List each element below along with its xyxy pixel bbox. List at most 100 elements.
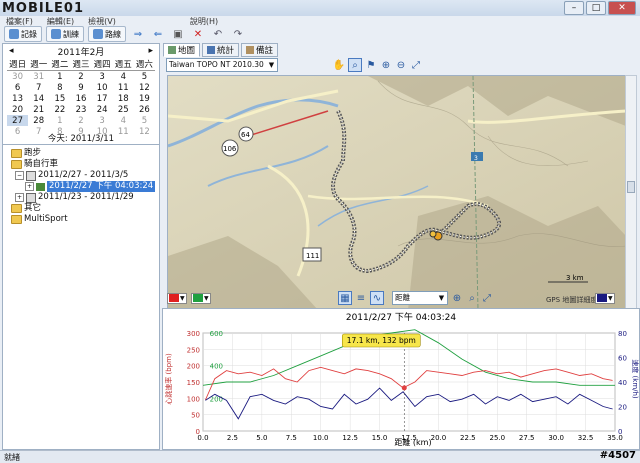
calendar-day[interactable]: 4 (113, 71, 134, 83)
send-device-icon[interactable]: ⇒ (130, 27, 146, 41)
calendar-day[interactable]: 24 (92, 104, 113, 115)
calendar-day[interactable]: 3 (92, 71, 113, 83)
x-tick-label: 27.5 (519, 434, 535, 442)
next-month-button[interactable]: ▸ (148, 46, 153, 56)
calendar-day[interactable]: 13 (7, 93, 28, 104)
calendar-day[interactable]: 20 (7, 104, 28, 115)
calendar-day[interactable]: 27 (7, 115, 29, 126)
delete-icon[interactable]: ✕ (190, 27, 206, 41)
tree-node-week2[interactable]: +2011/1/23 - 2011/1/29 (5, 192, 157, 203)
course-button[interactable]: 訓練 (46, 26, 84, 42)
maximize-button[interactable]: □ (586, 1, 606, 15)
calendar-day[interactable]: 6 (7, 82, 28, 93)
tab-map[interactable]: 地圖 (163, 43, 201, 57)
receive-device-icon[interactable]: ⇐ (150, 27, 166, 41)
view-tabs: 地圖 統計 備註 (163, 43, 279, 57)
tree-node-running[interactable]: 跑步 (5, 148, 157, 159)
speed-color-button[interactable]: ▼ (595, 292, 615, 304)
prev-month-button[interactable]: ◂ (9, 46, 14, 56)
expand-icon[interactable]: + (25, 182, 34, 191)
color-swatch (169, 294, 179, 302)
collapse-icon[interactable]: − (15, 171, 24, 180)
calendar-day[interactable]: 8 (49, 82, 70, 93)
zoom-in-icon[interactable]: ⊕ (380, 59, 392, 71)
chart-line-icon[interactable]: ∿ (370, 291, 384, 305)
watermark-logo: MOBILE01 (2, 1, 84, 16)
map-view[interactable]: 106 64 111 3 3 km GPS 地圖詳細度 (167, 75, 627, 311)
calendar-day[interactable]: 9 (70, 82, 91, 93)
fit-extent-icon[interactable]: ⤢ (410, 59, 422, 71)
elevation-color-button[interactable]: ▼ (191, 292, 211, 304)
expand-icon[interactable]: + (15, 193, 24, 202)
y-tick-label-right: 20 (618, 404, 627, 412)
tree-node-activity[interactable]: +2011/2/27 下午 04:03:24 (5, 181, 157, 192)
road-label-3: 3 (474, 155, 478, 162)
y-tick-label-left: 200 (187, 363, 200, 371)
calendar-day[interactable]: 3 (92, 115, 113, 126)
calendar-day[interactable]: 11 (113, 82, 134, 93)
calendar-day[interactable]: 28 (28, 115, 49, 126)
minimize-button[interactable]: – (564, 1, 584, 15)
calendar-day[interactable]: 12 (134, 82, 155, 93)
map-canvas: 106 64 111 3 3 km GPS 地圖詳細度 (168, 76, 626, 310)
calendar-day[interactable]: 19 (134, 93, 155, 104)
calendar-day[interactable]: 25 (113, 104, 134, 115)
y-tick-label-right: 80 (618, 330, 627, 338)
calendar-day[interactable]: 4 (113, 115, 134, 126)
calendar-day[interactable]: 31 (28, 71, 49, 83)
chart-zoom-select-icon[interactable]: ⌕ (466, 292, 478, 304)
calendar-day[interactable]: 21 (28, 104, 49, 115)
calendar-day[interactable]: 23 (70, 104, 91, 115)
calendar-day[interactable]: 17 (92, 93, 113, 104)
map-vertical-scrollbar[interactable] (625, 75, 637, 311)
map-product-select[interactable]: Taiwan TOPO NT 2010.30 ▼ (166, 58, 278, 72)
chart-stacked-icon[interactable]: ▦ (338, 291, 352, 305)
calendar-day[interactable]: 2 (70, 115, 91, 126)
save-icon[interactable]: ▣ (170, 27, 186, 41)
calendar-day[interactable]: 1 (49, 115, 70, 126)
chart-split-icon[interactable]: ≡ (355, 292, 367, 304)
menu-view[interactable]: 檢視(V) (88, 16, 116, 26)
calendar-day[interactable]: 10 (92, 82, 113, 93)
tree-node-cycling[interactable]: 騎自行車 (5, 159, 157, 170)
record-button[interactable]: 記錄 (4, 26, 42, 42)
calendar-day[interactable]: 7 (28, 82, 49, 93)
menu-help[interactable]: 說明(H) (190, 16, 218, 26)
chart-zoom-in-icon[interactable]: ⊕ (451, 292, 463, 304)
route-button[interactable]: 路線 (88, 26, 126, 42)
close-window-button[interactable]: ✕ (608, 1, 636, 15)
tab-stats[interactable]: 統計 (202, 43, 240, 57)
calendar-day[interactable]: 14 (28, 93, 49, 104)
scroll-thumb[interactable] (627, 181, 635, 193)
zoom-select-icon[interactable]: ⌕ (348, 58, 362, 72)
x-axis-select[interactable]: 距離 ▼ (392, 291, 448, 305)
menu-edit[interactable]: 編輯(E) (47, 16, 74, 26)
tree-node-other[interactable]: 其它 (5, 203, 157, 214)
today-label[interactable]: 今天: 2011/3/11 (3, 132, 159, 144)
calendar-day[interactable]: 15 (49, 93, 70, 104)
flag-icon[interactable]: ⚑ (365, 59, 377, 71)
x-tick-label: 22.5 (460, 434, 476, 442)
x-tick-label: 30.0 (548, 434, 564, 442)
calendar-day[interactable]: 16 (70, 93, 91, 104)
tree-node-week1[interactable]: −2011/2/27 - 2011/3/5 (5, 170, 157, 181)
calendar-day[interactable]: 18 (113, 93, 134, 104)
menu-file[interactable]: 檔案(F) (6, 16, 33, 26)
pan-hand-icon[interactable]: ✋ (333, 59, 345, 71)
redo-icon[interactable]: ↷ (230, 27, 246, 41)
calendar-day[interactable]: 30 (7, 71, 28, 83)
divider (3, 144, 159, 145)
chart-fit-icon[interactable]: ⤢ (481, 292, 493, 304)
calendar-day[interactable]: 5 (134, 115, 155, 126)
undo-icon[interactable]: ↶ (210, 27, 226, 41)
zoom-out-icon[interactable]: ⊖ (395, 59, 407, 71)
calendar-day[interactable]: 22 (49, 104, 70, 115)
calendar-day[interactable]: 5 (134, 71, 155, 83)
calendar-day[interactable]: 26 (134, 104, 155, 115)
tab-notes[interactable]: 備註 (241, 43, 279, 57)
calendar-week: 27 28 1 2 3 4 5 (7, 115, 155, 126)
tree-node-multisport[interactable]: MultiSport (5, 214, 157, 225)
calendar-day[interactable]: 1 (49, 71, 70, 83)
calendar-day[interactable]: 2 (70, 71, 91, 83)
hr-color-button[interactable]: ▼ (167, 292, 187, 304)
